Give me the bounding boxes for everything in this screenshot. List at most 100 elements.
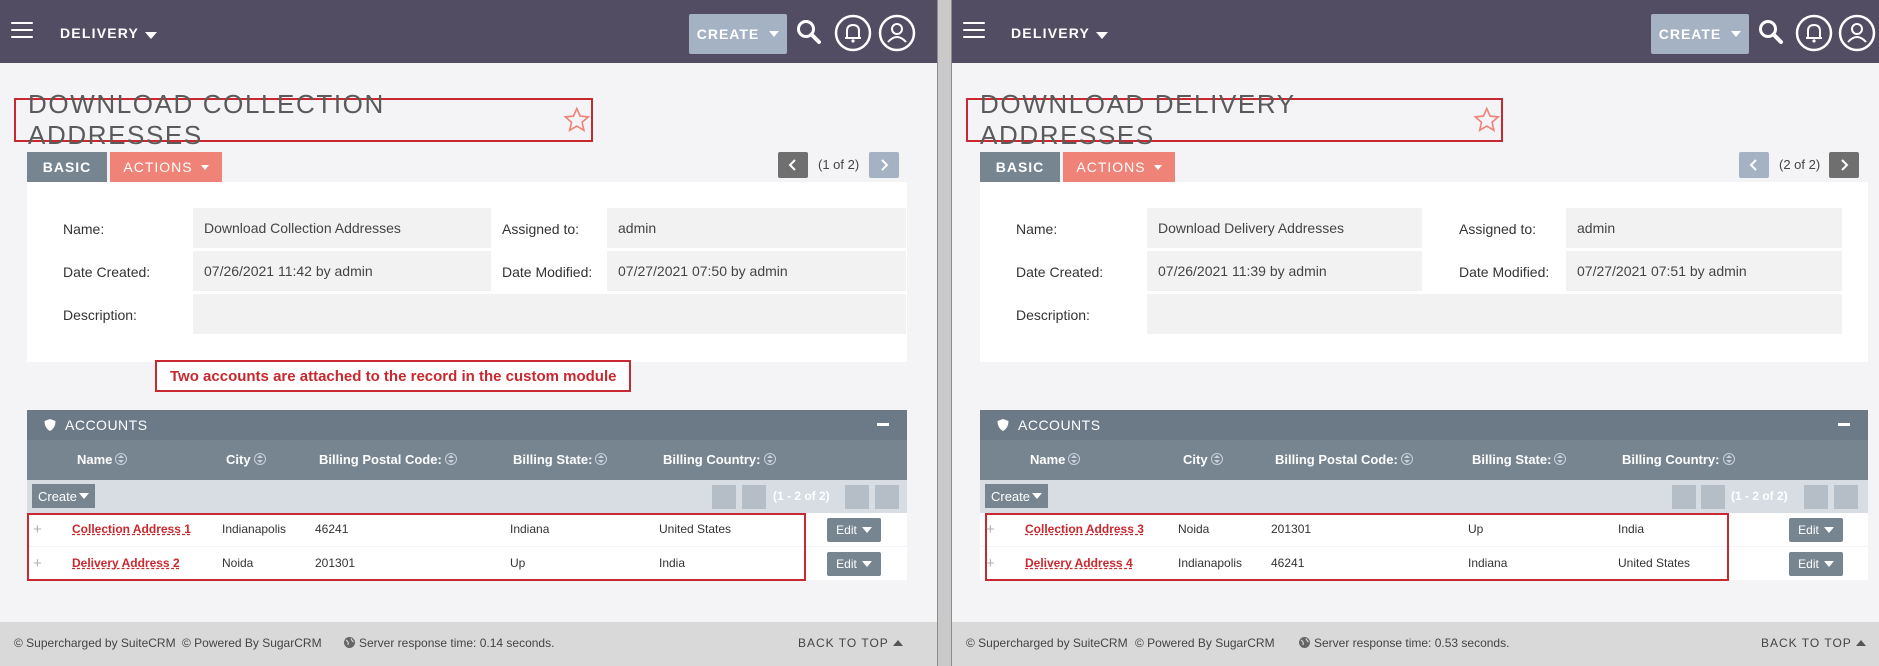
chevron-down-icon	[79, 493, 90, 499]
subpanel-create-button[interactable]: Create	[985, 484, 1048, 508]
first-page-button[interactable]	[1672, 485, 1696, 509]
description-value	[193, 294, 906, 334]
sort-icon	[1722, 453, 1735, 465]
accounts-subpanel-header[interactable]: ACCOUNTS	[27, 410, 907, 440]
footer-suitecrm: © Supercharged by SuiteCRM	[14, 636, 176, 650]
hamburger-menu-icon[interactable]	[963, 22, 985, 40]
tab-basic[interactable]: BASIC	[980, 152, 1060, 182]
subpanel-create-button[interactable]: Create	[32, 484, 95, 508]
annotation-highlight-box	[27, 513, 806, 581]
back-to-top-link[interactable]: BACK TO TOP	[1761, 636, 1866, 650]
create-button[interactable]: CREATE	[689, 14, 787, 54]
previous-page-button[interactable]	[742, 485, 766, 509]
edit-label: Edit	[836, 523, 857, 537]
date-created-label: Date Created:	[63, 264, 151, 280]
date-modified-label: Date Modified:	[1459, 264, 1550, 280]
next-record-button[interactable]	[869, 152, 899, 178]
last-page-button[interactable]	[1834, 485, 1858, 509]
subpanel-toolbar: Create (1 - 2 of 2)	[27, 480, 907, 513]
module-menu-label: DELIVERY	[60, 25, 140, 41]
chevron-down-icon	[861, 527, 872, 533]
collapse-icon[interactable]	[1838, 423, 1850, 426]
chevron-down-icon	[1032, 493, 1043, 499]
column-header-city[interactable]: City	[226, 452, 266, 467]
assigned-to-value: admin	[607, 208, 906, 248]
previous-record-button[interactable]	[1739, 152, 1769, 178]
footer: © Supercharged by SuiteCRM © Powered By …	[952, 622, 1879, 666]
user-icon[interactable]	[1838, 14, 1876, 52]
edit-button[interactable]: Edit	[827, 552, 881, 576]
first-page-button[interactable]	[712, 485, 736, 509]
next-record-button[interactable]	[1829, 152, 1859, 178]
chevron-down-icon	[861, 561, 872, 567]
create-button-label: CREATE	[696, 26, 760, 42]
back-to-top-label: BACK TO TOP	[1761, 636, 1852, 650]
star-icon[interactable]	[563, 106, 591, 134]
tab-actions[interactable]: ACTIONS	[1063, 152, 1175, 182]
column-label: Billing Postal Code:	[1275, 452, 1398, 467]
tab-basic[interactable]: BASIC	[27, 152, 107, 182]
assigned-to-label: Assigned to:	[1459, 221, 1537, 237]
column-label: City	[226, 452, 251, 467]
bell-icon[interactable]	[1795, 14, 1833, 52]
back-to-top-link[interactable]: BACK TO TOP	[798, 636, 903, 650]
module-menu-delivery[interactable]: DELIVERY	[1011, 25, 1109, 41]
next-page-button[interactable]	[845, 485, 869, 509]
sort-icon	[115, 453, 128, 465]
name-label: Name:	[63, 221, 105, 237]
chevron-down-icon	[1823, 527, 1834, 533]
star-icon[interactable]	[1473, 106, 1501, 134]
column-header-city[interactable]: City	[1183, 452, 1223, 467]
window-divider	[937, 0, 952, 666]
left-window: DELIVERY CREATE DOWNLOAD COLLECTION ADDR…	[0, 0, 937, 666]
next-page-button[interactable]	[1804, 485, 1828, 509]
sort-icon	[1554, 453, 1567, 465]
chevron-down-icon	[200, 164, 209, 170]
search-icon[interactable]	[796, 19, 822, 45]
accounts-subpanel-header[interactable]: ACCOUNTS	[980, 410, 1868, 440]
column-header-name[interactable]: Name	[77, 452, 128, 467]
column-label: Billing Postal Code:	[319, 452, 442, 467]
column-header-state[interactable]: Billing State:	[1472, 452, 1567, 467]
sort-icon	[763, 453, 776, 465]
chevron-down-icon	[1731, 31, 1742, 37]
page-title-box: DOWNLOAD DELIVERY ADDRESSES	[966, 89, 1503, 150]
chevron-down-icon	[1153, 164, 1162, 170]
column-header-state[interactable]: Billing State:	[513, 452, 608, 467]
edit-button[interactable]: Edit	[1789, 552, 1843, 576]
date-created-label: Date Created:	[1016, 264, 1104, 280]
footer-suitecrm: © Supercharged by SuiteCRM	[966, 636, 1128, 650]
column-header-postal[interactable]: Billing Postal Code:	[1275, 452, 1413, 467]
column-header-postal[interactable]: Billing Postal Code:	[319, 452, 457, 467]
previous-page-button[interactable]	[1701, 485, 1725, 509]
last-page-button[interactable]	[875, 485, 899, 509]
column-header-country[interactable]: Billing Country:	[663, 452, 776, 467]
tab-actions[interactable]: ACTIONS	[110, 152, 222, 182]
chevron-right-icon	[1841, 159, 1849, 171]
column-header-country[interactable]: Billing Country:	[1622, 452, 1735, 467]
page-title: DOWNLOAD COLLECTION ADDRESSES	[28, 89, 385, 150]
top-navigation-bar: DELIVERY CREATE	[952, 0, 1879, 63]
user-icon[interactable]	[878, 14, 916, 52]
previous-record-button[interactable]	[778, 152, 808, 178]
search-icon[interactable]	[1758, 19, 1784, 45]
bell-icon[interactable]	[834, 14, 872, 52]
hamburger-menu-icon[interactable]	[11, 22, 33, 40]
annotation-note: Two accounts are attached to the record …	[155, 360, 632, 392]
tab-actions-label: ACTIONS	[1076, 159, 1146, 175]
module-menu-label: DELIVERY	[1011, 25, 1091, 41]
create-button[interactable]: CREATE	[1651, 14, 1749, 54]
module-menu-delivery[interactable]: DELIVERY	[60, 25, 158, 41]
chevron-down-icon	[145, 32, 158, 39]
detail-view-card: Name: Download Collection Addresses Assi…	[27, 182, 907, 362]
edit-button[interactable]: Edit	[827, 518, 881, 542]
date-created-value: 07/26/2021 11:39 by admin	[1147, 251, 1422, 291]
edit-button[interactable]: Edit	[1789, 518, 1843, 542]
name-label: Name:	[1016, 221, 1058, 237]
collapse-icon[interactable]	[877, 423, 889, 426]
shield-icon	[44, 419, 56, 431]
top-navigation-bar: DELIVERY CREATE	[0, 0, 937, 63]
column-header-name[interactable]: Name	[1030, 452, 1081, 467]
assigned-to-label: Assigned to:	[502, 221, 580, 237]
tab-basic-label: BASIC	[42, 159, 92, 175]
